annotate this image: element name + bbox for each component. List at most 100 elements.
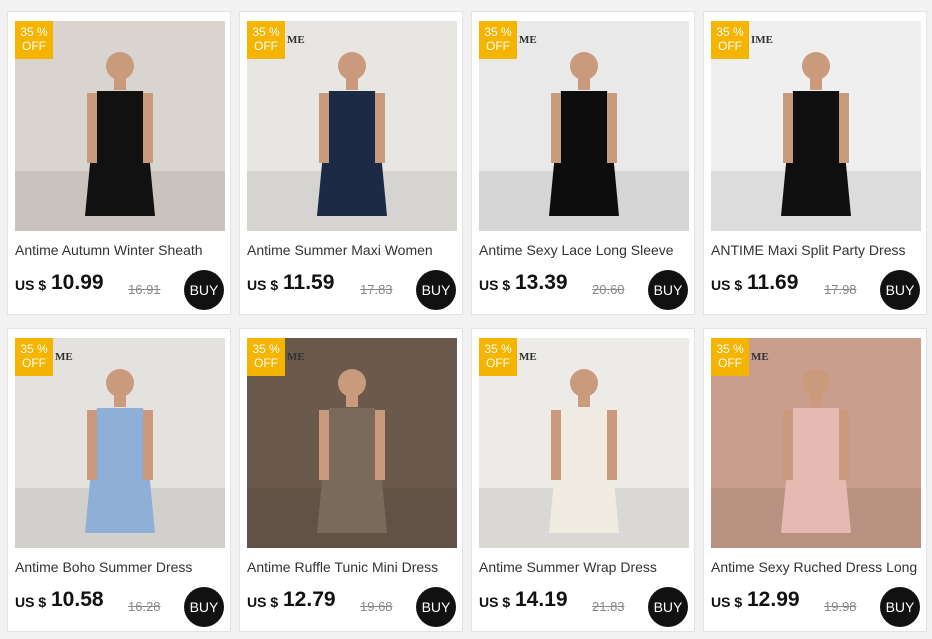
- currency-label: US $: [247, 277, 279, 293]
- model-arm-right: [143, 93, 153, 163]
- product-image[interactable]: ME 35 % OFF: [479, 338, 689, 548]
- product-price: 10.58: [51, 588, 104, 611]
- product-grid: 35 % OFF Antime Autumn Winter Sheath US …: [0, 0, 932, 639]
- original-price: 20.60: [592, 282, 625, 297]
- buy-button[interactable]: BUY: [184, 270, 224, 310]
- product-image[interactable]: ME 35 % OFF: [247, 21, 457, 231]
- model-arm-right: [375, 410, 385, 480]
- product-image[interactable]: IME 35 % OFF: [711, 21, 921, 231]
- product-card[interactable]: 35 % OFF Antime Autumn Winter Sheath US …: [7, 11, 231, 315]
- product-price: 12.99: [747, 588, 800, 611]
- discount-off-label: OFF: [486, 39, 510, 53]
- product-price: 10.99: [51, 271, 104, 294]
- model-neck: [810, 395, 822, 407]
- model-head: [106, 52, 134, 80]
- product-title[interactable]: Antime Autumn Winter Sheath: [15, 242, 225, 258]
- product-image[interactable]: ME 35 % OFF: [15, 338, 225, 548]
- discount-off-label: OFF: [486, 356, 510, 370]
- product-title[interactable]: Antime Summer Wrap Dress: [479, 559, 689, 575]
- buy-button[interactable]: BUY: [184, 587, 224, 627]
- product-title[interactable]: Antime Ruffle Tunic Mini Dress: [247, 559, 457, 575]
- buy-button[interactable]: BUY: [416, 270, 456, 310]
- currency-label: US $: [479, 277, 511, 293]
- product-price: 11.69: [747, 271, 799, 294]
- product-card[interactable]: ME 35 % OFF Antime Sexy Lace Long Sleeve…: [471, 11, 695, 315]
- buy-button[interactable]: BUY: [416, 587, 456, 627]
- model-neck: [114, 395, 126, 407]
- product-card[interactable]: ME 35 % OFF Antime Sexy Ruched Dress Lon…: [703, 328, 927, 632]
- discount-off-label: OFF: [718, 356, 742, 370]
- model-head: [802, 369, 830, 397]
- brand-watermark: IME: [751, 34, 773, 46]
- model-neck: [578, 78, 590, 90]
- original-price: 17.98: [824, 282, 857, 297]
- discount-percent: 35 %: [252, 342, 280, 356]
- discount-percent: 35 %: [716, 25, 744, 39]
- buy-button[interactable]: BUY: [880, 587, 920, 627]
- brand-watermark: ME: [519, 351, 537, 363]
- product-image[interactable]: ME 35 % OFF: [479, 21, 689, 231]
- discount-percent: 35 %: [716, 342, 744, 356]
- model-head: [338, 369, 366, 397]
- model-arm-left: [551, 93, 561, 163]
- model-neck: [810, 78, 822, 90]
- product-title[interactable]: Antime Boho Summer Dress: [15, 559, 225, 575]
- buy-button[interactable]: BUY: [648, 587, 688, 627]
- product-card[interactable]: IME 35 % OFF ANTIME Maxi Split Party Dre…: [703, 11, 927, 315]
- product-image[interactable]: 35 % OFF: [15, 21, 225, 231]
- product-title[interactable]: Antime Sexy Ruched Dress Long: [711, 559, 921, 575]
- discount-badge: 35 % OFF: [711, 338, 749, 376]
- discount-off-label: OFF: [254, 39, 278, 53]
- original-price: 19.98: [824, 599, 857, 614]
- discount-off-label: OFF: [22, 39, 46, 53]
- model-arm-right: [839, 93, 849, 163]
- model-arm-left: [551, 410, 561, 480]
- discount-percent: 35 %: [484, 25, 512, 39]
- discount-percent: 35 %: [484, 342, 512, 356]
- model-arm-left: [87, 410, 97, 480]
- model-head: [338, 52, 366, 80]
- model-head: [106, 369, 134, 397]
- currency-label: US $: [247, 594, 279, 610]
- model-arm-right: [839, 410, 849, 480]
- buy-button[interactable]: BUY: [648, 270, 688, 310]
- brand-watermark: ME: [519, 34, 537, 46]
- currency-label: US $: [15, 277, 47, 293]
- model-head: [570, 52, 598, 80]
- product-image[interactable]: ME 35 % OFF: [711, 338, 921, 548]
- currency-label: US $: [711, 277, 743, 293]
- discount-off-label: OFF: [22, 356, 46, 370]
- product-price: 13.39: [515, 271, 568, 294]
- brand-watermark: ME: [287, 351, 305, 363]
- currency-label: US $: [15, 594, 47, 610]
- discount-off-label: OFF: [254, 356, 278, 370]
- product-card[interactable]: ME 35 % OFF Antime Ruffle Tunic Mini Dre…: [239, 328, 463, 632]
- discount-badge: 35 % OFF: [15, 21, 53, 59]
- discount-off-label: OFF: [718, 39, 742, 53]
- product-card[interactable]: ME 35 % OFF Antime Summer Maxi Women US …: [239, 11, 463, 315]
- discount-badge: 35 % OFF: [479, 21, 517, 59]
- buy-button[interactable]: BUY: [880, 270, 920, 310]
- product-title[interactable]: Antime Summer Maxi Women: [247, 242, 457, 258]
- product-price: 11.59: [283, 271, 335, 294]
- product-title[interactable]: Antime Sexy Lace Long Sleeve: [479, 242, 689, 258]
- brand-watermark: ME: [55, 351, 73, 363]
- model-neck: [578, 395, 590, 407]
- product-card[interactable]: ME 35 % OFF Antime Boho Summer Dress US …: [7, 328, 231, 632]
- original-price: 17.83: [360, 282, 393, 297]
- model-neck: [114, 78, 126, 90]
- product-price: 12.79: [283, 588, 336, 611]
- original-price: 19.68: [360, 599, 393, 614]
- brand-watermark: ME: [287, 34, 305, 46]
- model-arm-right: [143, 410, 153, 480]
- original-price: 16.28: [128, 599, 161, 614]
- product-title[interactable]: ANTIME Maxi Split Party Dress: [711, 242, 921, 258]
- product-card[interactable]: ME 35 % OFF Antime Summer Wrap Dress US …: [471, 328, 695, 632]
- discount-badge: 35 % OFF: [711, 21, 749, 59]
- model-arm-left: [783, 410, 793, 480]
- discount-percent: 35 %: [252, 25, 280, 39]
- original-price: 21.83: [592, 599, 625, 614]
- product-image[interactable]: ME 35 % OFF: [247, 338, 457, 548]
- model-arm-right: [607, 410, 617, 480]
- discount-badge: 35 % OFF: [247, 338, 285, 376]
